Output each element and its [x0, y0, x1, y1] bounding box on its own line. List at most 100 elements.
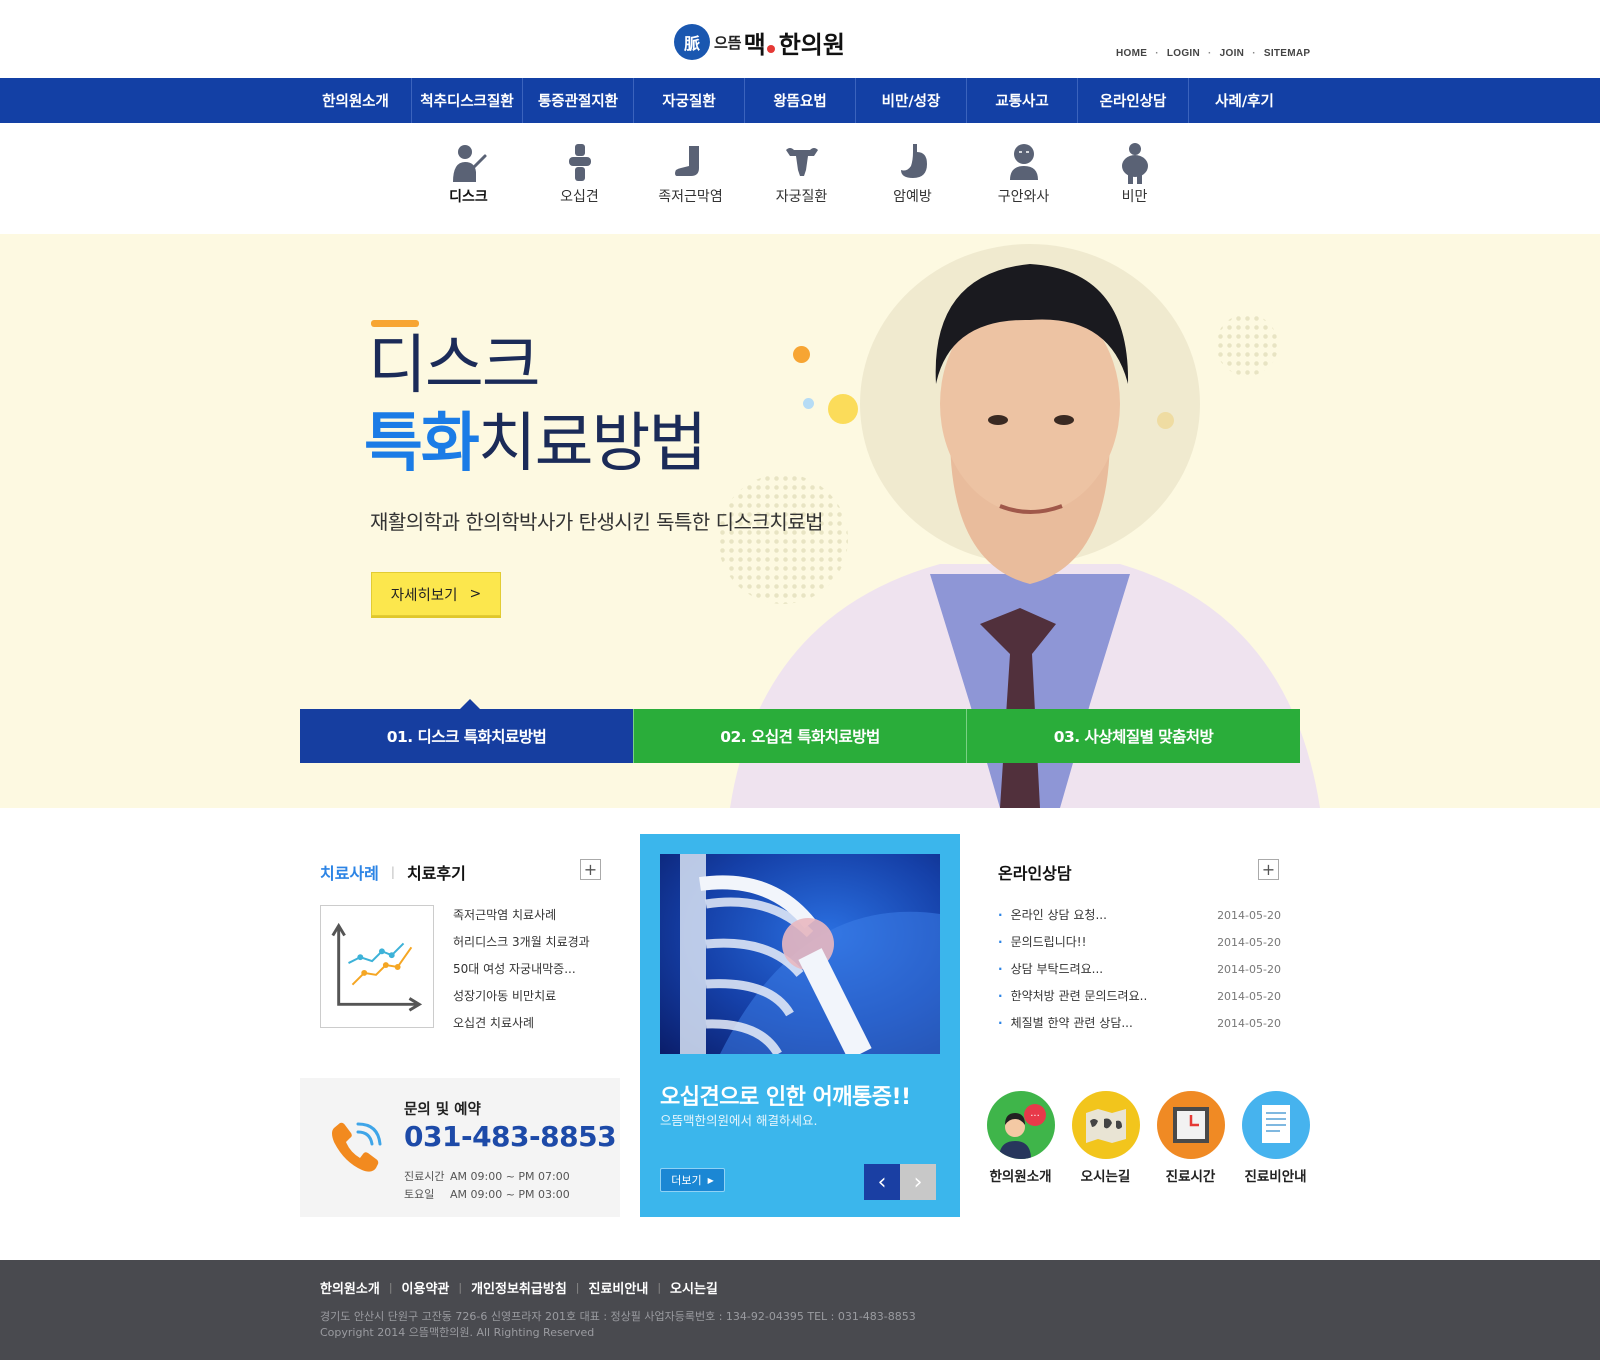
sub-icon-stomach[interactable]: 암예방 [857, 142, 968, 206]
sub-icon-disc[interactable]: 디스크 [413, 142, 524, 206]
top-links: HOME · LOGIN · JOIN · SITEMAP [1116, 48, 1311, 59]
sub-icon-joint[interactable]: 오십견 [524, 142, 635, 206]
header: 脈 으뜸 맥 한의원 HOME · LOGIN · JOIN · SITEMAP [0, 0, 1600, 78]
hero-title-rest: 치료방법 [477, 407, 708, 481]
chevron-right-icon: > [469, 586, 482, 602]
cases-more-button[interactable]: + [580, 859, 601, 880]
footer-address: 경기도 안산시 단원구 고잔동 726-6 신영프라자 201호 대표 : 정상… [320, 1310, 916, 1323]
sub-icon-obesity[interactable]: 비만 [1079, 142, 1190, 206]
nav-item-about[interactable]: 한의원소개 [300, 78, 412, 123]
case-item[interactable]: 50대 여성 자궁내막증... [453, 956, 590, 983]
footer-link-location[interactable]: 오시는길 [670, 1278, 718, 1297]
promo-prev-button[interactable]: ‹ [864, 1164, 900, 1200]
bullet-icon: · [998, 962, 1003, 976]
sub-icon-label: 비만 [1121, 189, 1148, 205]
quick-link-hours[interactable]: 진료시간 [1148, 1091, 1233, 1185]
triangle-right-icon: ▶ [707, 1175, 714, 1185]
tab-reviews[interactable]: 치료후기 [407, 860, 466, 884]
hours-day: 토요일 [404, 1188, 435, 1201]
sub-icon-nav: 디스크 오십견 족저근막염 자궁질환 암예방 구안와사 비만 [413, 142, 1190, 206]
sub-icon-foot[interactable]: 족저근막염 [635, 142, 746, 206]
top-link-sitemap[interactable]: SITEMAP [1264, 48, 1311, 59]
phone-icon [332, 1122, 382, 1172]
uterus-icon [785, 148, 818, 176]
logo-dot [766, 45, 775, 53]
consult-item[interactable]: · 체질별 한약 관련 상담... 2014-05-20 [998, 1010, 1281, 1037]
hours-time: AM 09:00 ~ PM 03:00 [450, 1188, 570, 1201]
quick-link-about[interactable]: ··· 한의원소개 [978, 1091, 1063, 1185]
footer-link-about[interactable]: 한의원소개 [320, 1278, 380, 1297]
sub-icon-uterus[interactable]: 자궁질환 [746, 142, 857, 206]
footer-link-privacy[interactable]: 개인정보취급방침 [471, 1278, 567, 1297]
hero-subtitle: 재활의학과 한의학박사가 탄생시킨 독특한 디스크치료법 [370, 510, 824, 534]
doctor-chat-icon: ··· [986, 1091, 1055, 1159]
consult-item[interactable]: · 문의드립니다!! 2014-05-20 [998, 929, 1281, 956]
consult-item-title: 문의드립니다!! [1010, 935, 1087, 949]
nav-item-moxa[interactable]: 왕뜸요법 [745, 78, 856, 123]
hero-tab-shoulder[interactable]: 02. 오십견 특화치료방법 [633, 709, 966, 763]
promo-subtitle: 으뜸맥한의원에서 해결하세요. [660, 1113, 818, 1128]
sub-icon-label: 디스크 [449, 189, 488, 205]
consult-item-title: 상담 부탁드려요... [1010, 962, 1104, 976]
nav-item-uterus[interactable]: 자궁질환 [634, 78, 745, 123]
nav-item-accident[interactable]: 교통사고 [967, 78, 1078, 123]
contact-phone[interactable]: 031-483-8853 [404, 1120, 617, 1153]
hero-detail-button[interactable]: 자세히보기 > [371, 572, 501, 616]
bullet-icon: · [998, 908, 1003, 922]
consult-item[interactable]: · 상담 부탁드려요... 2014-05-20 [998, 956, 1281, 983]
hero-title-line2: 특화치료방법 [364, 404, 708, 484]
quick-link-label: 진료비안내 [1244, 1169, 1307, 1185]
nav-item-spine[interactable]: 척추디스크질환 [412, 78, 523, 123]
top-link-join[interactable]: JOIN [1220, 48, 1245, 59]
consult-title: 온라인상담 [998, 864, 1072, 883]
contact-box: 문의 및 예약 031-483-8853 진료시간 AM 09:00 ~ PM 0… [300, 1078, 620, 1217]
quick-link-fees[interactable]: 진료비안내 [1233, 1091, 1318, 1185]
case-item[interactable]: 족저근막염 치료사례 [453, 902, 590, 929]
promo-title: 오십견으로 인한 어깨통증!! [660, 1085, 911, 1110]
consult-item-date: 2014-05-20 [1217, 1017, 1281, 1030]
sub-icon-label: 암예방 [893, 189, 932, 205]
footer-link-fees[interactable]: 진료비안내 [589, 1278, 649, 1297]
nav-item-pain[interactable]: 통증관절지환 [523, 78, 634, 123]
consult-item-date: 2014-05-20 [1217, 990, 1281, 1003]
shoulder-skeleton-image [680, 854, 940, 1054]
nav-item-obesity[interactable]: 비만/성장 [856, 78, 967, 123]
tab-cases[interactable]: 치료사례 [320, 860, 379, 884]
quick-link-label: 오시는길 [1080, 1169, 1131, 1185]
cases-tabs: 치료사례 | 치료후기 [320, 860, 466, 884]
consult-list: · 온라인 상담 요청... 2014-05-20 · 문의드립니다!! 2014-05… [998, 902, 1281, 1037]
contact-label: 문의 및 예약 [404, 1102, 481, 1118]
logo[interactable]: 脈 으뜸 맥 한의원 [674, 24, 845, 60]
bullet-icon: · [998, 935, 1003, 949]
top-link-home[interactable]: HOME [1116, 48, 1147, 59]
face-icon [1009, 144, 1038, 180]
case-item[interactable]: 허리디스크 3개월 치료경과 [453, 929, 590, 956]
consult-item-date: 2014-05-20 [1217, 963, 1281, 976]
consult-item[interactable]: · 한약처방 관련 문의드려요.. 2014-05-20 [998, 983, 1281, 1010]
consult-item-title: 온라인 상담 요청... [1010, 908, 1107, 922]
hero-tab-constitution[interactable]: 03. 사상체질별 맞춤처방 [966, 709, 1300, 763]
nav-item-reviews[interactable]: 사례/후기 [1189, 78, 1300, 123]
cases-thumbnail [320, 905, 434, 1028]
promo-next-button[interactable]: › [900, 1164, 936, 1200]
hero-tab-disc[interactable]: 01. 디스크 특화치료방법 [300, 699, 633, 763]
nav-item-consult[interactable]: 온라인상담 [1078, 78, 1189, 123]
stomach-icon [900, 144, 927, 178]
sub-icon-face[interactable]: 구안와사 [968, 142, 1079, 206]
footer-link-terms[interactable]: 이용약관 [402, 1278, 450, 1297]
case-item[interactable]: 성장기아동 비만치료 [453, 983, 590, 1010]
top-link-login[interactable]: LOGIN [1167, 48, 1200, 59]
quick-links: ··· 한의원소개 오시는길 진료시간 진료비안내 [978, 1091, 1318, 1185]
case-item[interactable]: 오십견 치료사례 [453, 1010, 590, 1037]
quick-link-label: 진료시간 [1165, 1169, 1216, 1185]
consult-item[interactable]: · 온라인 상담 요청... 2014-05-20 [998, 902, 1281, 929]
joint-icon [568, 144, 591, 181]
clock-icon [1156, 1091, 1225, 1159]
consult-more-button[interactable]: + [1258, 859, 1279, 880]
sub-icon-label: 족저근막염 [658, 189, 723, 205]
logo-small-text: 으뜸 [714, 33, 742, 52]
quick-link-location[interactable]: 오시는길 [1063, 1091, 1148, 1185]
promo-more-button[interactable]: 더보기 ▶ [660, 1168, 725, 1192]
hero-tabs: 01. 디스크 특화치료방법 02. 오십견 특화치료방법 03. 사상체질별 … [300, 699, 1300, 763]
sub-icon-label: 구안와사 [997, 189, 1050, 205]
